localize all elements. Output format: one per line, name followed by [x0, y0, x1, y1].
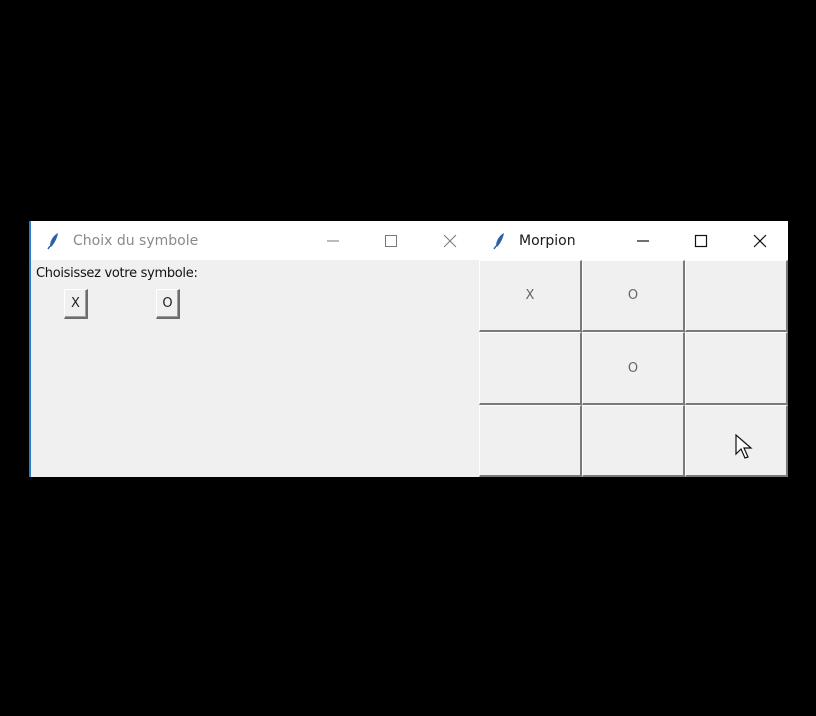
minimize-icon [327, 240, 339, 241]
feather-icon [47, 232, 58, 249]
feather-icon [493, 232, 504, 249]
board-cell-r3c2[interactable] [582, 405, 685, 477]
board-cell-r2c3[interactable] [685, 332, 788, 405]
symbol-prompt-label: Choisissez votre symbole: [36, 266, 198, 281]
window-title: Choix du symbole [73, 232, 199, 249]
minimize-button[interactable] [304, 221, 362, 260]
title-bar[interactable]: Choix du symbole [31, 221, 479, 260]
close-icon [443, 234, 457, 247]
close-button[interactable] [421, 221, 479, 260]
board-cell-r2c1[interactable] [479, 332, 582, 405]
board-cell-r1c3[interactable] [685, 260, 788, 332]
mouse-pointer-icon [735, 434, 753, 459]
maximize-button[interactable] [672, 221, 730, 260]
maximize-button[interactable] [362, 221, 420, 260]
maximize-icon [385, 234, 397, 247]
board-cell-r1c2[interactable]: O [582, 260, 685, 332]
close-button[interactable] [731, 221, 789, 260]
minimize-icon [637, 239, 649, 242]
minimize-button[interactable] [614, 221, 672, 260]
board-cell-r1c1[interactable]: X [479, 260, 582, 332]
symbol-x-button[interactable]: X [64, 289, 88, 319]
close-icon [753, 234, 767, 247]
symbol-o-button[interactable]: O [156, 289, 180, 319]
maximize-icon [694, 234, 708, 247]
symbol-choice-window: Choix du symbole Choisissez votre symbol… [29, 221, 479, 477]
window-title: Morpion [519, 232, 576, 249]
board-cell-r3c1[interactable] [479, 405, 582, 477]
board-cell-r2c2[interactable]: O [582, 332, 685, 405]
title-bar[interactable]: Morpion [479, 221, 788, 260]
